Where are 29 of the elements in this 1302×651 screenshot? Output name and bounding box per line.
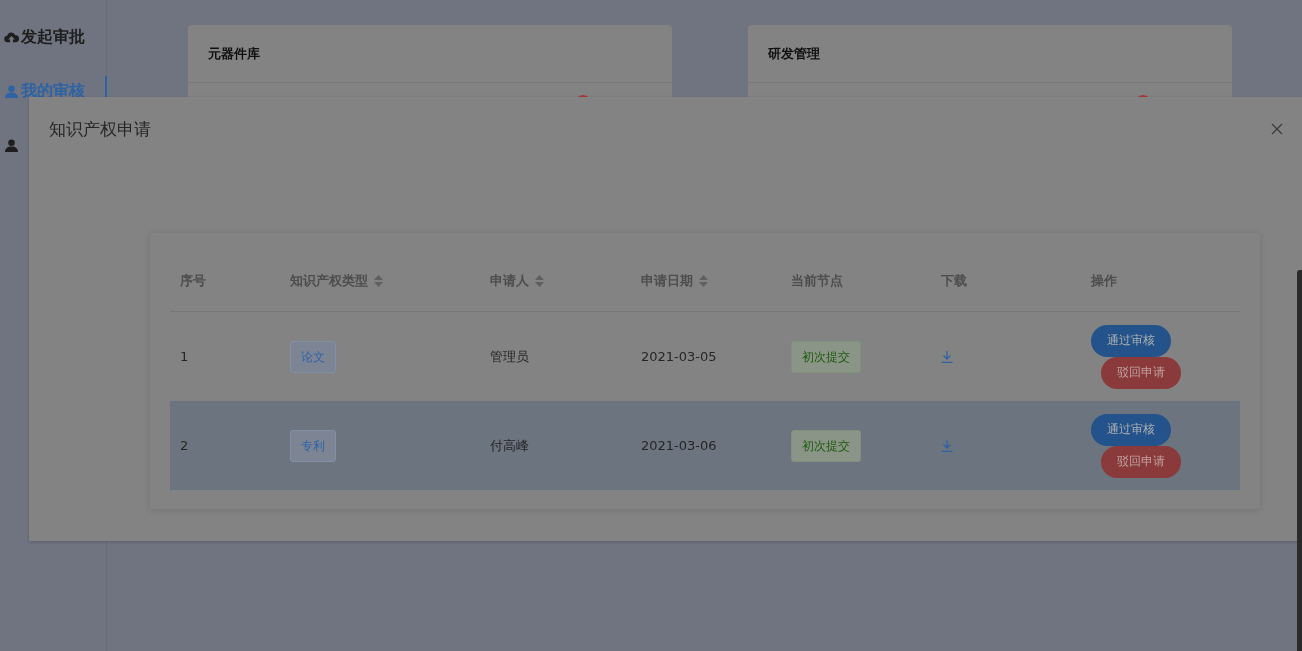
sort-icon[interactable] xyxy=(374,274,383,287)
card-title: 元器件库 xyxy=(208,44,260,63)
status-tag: 初次提交 xyxy=(791,340,861,373)
table-cell: 1 xyxy=(180,349,189,364)
table-row[interactable]: 2 专利 付高峰 2021-03-06 初次提交 通过审核 驳回申请 xyxy=(170,401,1240,490)
close-icon[interactable] xyxy=(1271,123,1283,135)
approve-button[interactable]: 通过审核 xyxy=(1091,324,1171,357)
user-icon xyxy=(4,83,19,99)
card-title: 研发管理 xyxy=(768,44,820,63)
reject-button[interactable]: 驳回申请 xyxy=(1101,356,1181,389)
table-cell: 付高峰 xyxy=(490,436,529,455)
approve-button[interactable]: 通过审核 xyxy=(1091,413,1171,446)
scrollbar[interactable] xyxy=(1297,270,1302,651)
sidebar-item[interactable]: 发起审批 xyxy=(0,22,106,52)
table-cell: 2 xyxy=(180,438,189,453)
reject-button[interactable]: 驳回申请 xyxy=(1101,445,1181,478)
user-icon xyxy=(4,137,19,153)
download-icon[interactable] xyxy=(941,439,953,452)
type-tag: 专利 xyxy=(290,429,336,462)
download-icon[interactable] xyxy=(941,350,953,363)
dialog-title: 知识产权申请 xyxy=(49,118,151,141)
table-cell: 2021-03-05 xyxy=(641,349,717,364)
table-cell: 2021-03-06 xyxy=(641,438,717,453)
status-tag: 初次提交 xyxy=(791,429,861,462)
sort-icon[interactable] xyxy=(535,274,544,287)
table-row[interactable]: 1 论文 管理员 2021-03-05 初次提交 通过审核 驳回申请 xyxy=(170,312,1240,401)
table-cell: 管理员 xyxy=(490,347,529,366)
sort-icon[interactable] xyxy=(699,274,708,287)
type-tag: 论文 xyxy=(290,340,336,373)
